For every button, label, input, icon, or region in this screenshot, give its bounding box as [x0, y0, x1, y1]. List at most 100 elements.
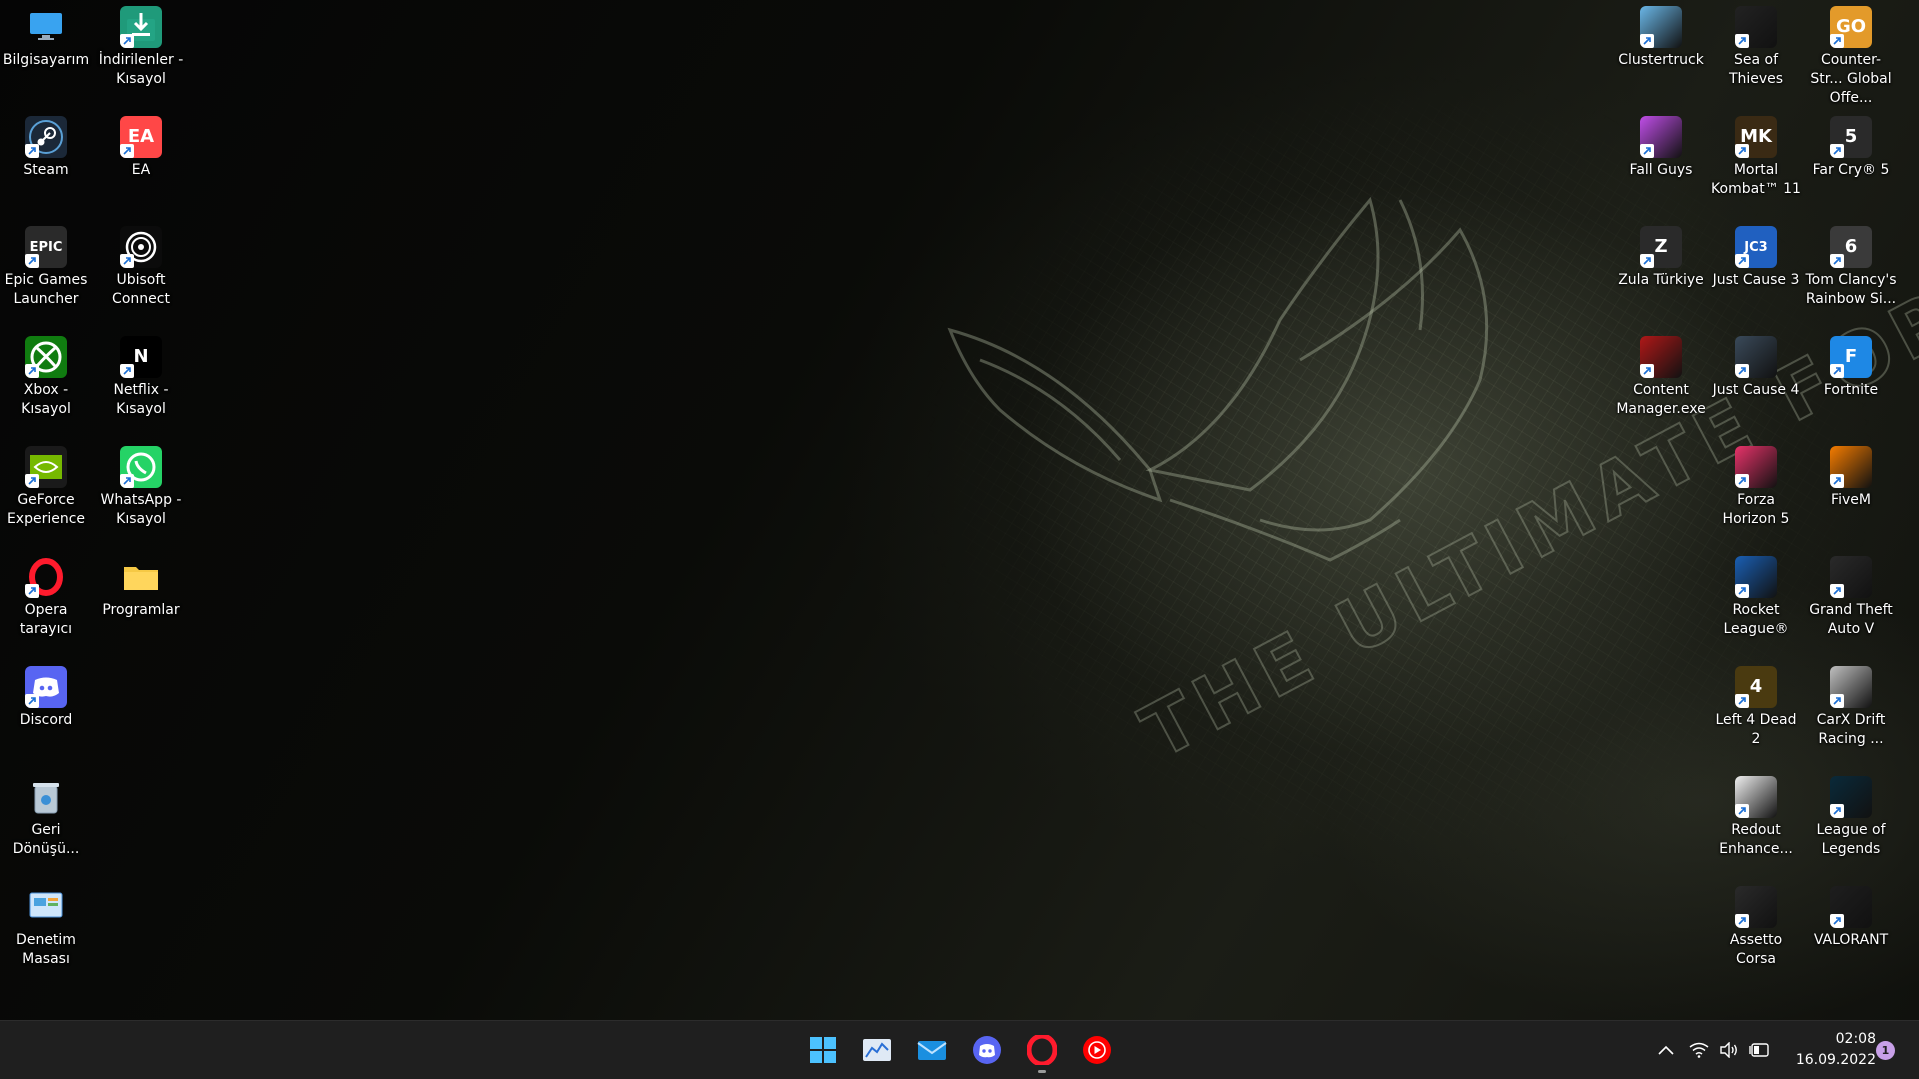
desktop-icon-forza[interactable]: Forza Horizon 5 [1710, 440, 1802, 529]
desktop-icon-left4dead[interactable]: 4 Left 4 Dead 2 [1710, 660, 1802, 749]
chevron-up-icon [1658, 1045, 1674, 1055]
desktop-icon-label: FiveM [1831, 492, 1871, 508]
desktop-icon-epic-games[interactable]: EPIC Epic Games Launcher [0, 220, 92, 309]
rainbow-six-icon: 6 [1830, 226, 1872, 268]
desktop-icon-fall-guys[interactable]: Fall Guys [1615, 110, 1707, 180]
wifi-icon [1689, 1042, 1709, 1058]
taskbar-app-stocks[interactable] [857, 1030, 897, 1070]
desktop-icon-monitor[interactable]: Bilgisayarım [0, 0, 92, 70]
desktop-icon-label: Far Cry® 5 [1812, 162, 1890, 178]
shortcut-arrow-icon [1830, 34, 1844, 48]
clock-time: 02:08 [1835, 1031, 1876, 1047]
desktop-icon-label: Assetto Corsa [1729, 932, 1783, 967]
tray-volume-button[interactable] [1718, 1039, 1740, 1061]
desktop-icon-assetto-corsa[interactable]: Assetto Corsa [1710, 880, 1802, 969]
icon-glyph: N [133, 346, 149, 367]
desktop-icon-label: EA [131, 162, 151, 178]
desktop-icon-csgo[interactable]: GO Counter-Str... Global Offe... [1805, 0, 1897, 108]
shortcut-arrow-icon [120, 474, 134, 488]
desktop-icon-steam[interactable]: Steam [0, 110, 92, 180]
desktop-icon-whatsapp[interactable]: WhatsApp - Kısayol [95, 440, 187, 529]
desktop-icon-gta-v[interactable]: Grand Theft Auto V [1805, 550, 1897, 639]
shortcut-arrow-icon [1735, 694, 1749, 708]
clock[interactable]: 02:08 16.09.2022 [1776, 1029, 1876, 1071]
taskbar-app-opera[interactable] [1022, 1030, 1062, 1073]
desktop-icon-label: WhatsApp - Kısayol [100, 492, 182, 527]
desktop-icon-folder[interactable]: Programlar [95, 550, 187, 620]
desktop-icon-recycle-bin[interactable]: Geri Dönüşü... [0, 770, 92, 859]
fortnite-icon: F [1830, 336, 1872, 378]
notification-badge[interactable]: 1 [1876, 1041, 1895, 1060]
desktop-icon-ubisoft[interactable]: Ubisoft Connect [95, 220, 187, 309]
carx-icon [1830, 666, 1872, 708]
taskbar: 02:08 16.09.2022 1 [0, 1020, 1919, 1079]
taskbar-app-discord[interactable] [967, 1030, 1007, 1070]
shortcut-arrow-icon [25, 474, 39, 488]
assetto-corsa-icon [1735, 886, 1777, 928]
desktop-icon-valorant[interactable]: VALORANT [1805, 880, 1897, 950]
windows-start-icon [810, 1037, 836, 1063]
desktop-icon-downloads-folder[interactable]: İndirilenler - Kısayol [95, 0, 187, 89]
desktop-icon-label: Redout Enhance... [1719, 822, 1793, 857]
desktop-icon-discord[interactable]: Discord [0, 660, 92, 730]
icon-glyph: 6 [1844, 236, 1858, 257]
desktop-icon-just-cause-3[interactable]: JC3 Just Cause 3 [1710, 220, 1802, 290]
desktop-icon-label: Sea of Thieves [1728, 52, 1784, 87]
desktop-icon-just-cause-4[interactable]: Just Cause 4 [1710, 330, 1802, 400]
csgo-icon: GO [1830, 6, 1872, 48]
desktop-icon-far-cry-5[interactable]: 5 Far Cry® 5 [1805, 110, 1897, 180]
discord-icon [973, 1036, 1001, 1064]
recycle-bin-icon [25, 776, 67, 818]
desktop-icon-label: Mortal Kombat™ 11 [1711, 162, 1801, 197]
icon-glyph: JC3 [1744, 239, 1768, 255]
start-button[interactable] [803, 1030, 843, 1070]
just-cause-3-icon: JC3 [1735, 226, 1777, 268]
tray-battery-button[interactable] [1748, 1039, 1770, 1061]
desktop-icon-label: Geri Dönüşü... [12, 822, 80, 857]
monitor-icon [25, 6, 67, 48]
desktop-icon-label: Denetim Masası [16, 932, 76, 967]
shortcut-arrow-icon [1640, 144, 1654, 158]
desktop-icon-label: League of Legends [1816, 822, 1886, 857]
desktop-icon-label: Zula Türkiye [1618, 272, 1704, 288]
taskbar-app-mail[interactable] [912, 1030, 952, 1070]
desktop-icon-mortal-kombat[interactable]: MK Mortal Kombat™ 11 [1710, 110, 1802, 199]
desktop-icon-label: Forza Horizon 5 [1722, 492, 1790, 527]
desktop-icon-netflix[interactable]: N Netflix - Kısayol [95, 330, 187, 419]
folder-icon [120, 556, 162, 598]
desktop-icon-league-of-legends[interactable]: League of Legends [1805, 770, 1897, 859]
rocket-league-icon [1735, 556, 1777, 598]
desktop-icon-label: Programlar [102, 602, 180, 618]
shortcut-arrow-icon [1735, 254, 1749, 268]
desktop-icon-fortnite[interactable]: F Fortnite [1805, 330, 1897, 400]
desktop-icon-ea[interactable]: EA EA [95, 110, 187, 180]
desktop-icon-control-panel[interactable]: Denetim Masası [0, 880, 92, 969]
tray-overflow-button[interactable] [1655, 1039, 1677, 1061]
running-indicator [1038, 1070, 1046, 1073]
desktop-icon-clustertruck[interactable]: Clustertruck [1615, 0, 1707, 70]
desktop-icon-xbox[interactable]: Xbox - Kısayol [0, 330, 92, 419]
shortcut-arrow-icon [120, 34, 134, 48]
desktop-icon-zula[interactable]: Z Zula Türkiye [1615, 220, 1707, 290]
tray-network-button[interactable] [1688, 1039, 1710, 1061]
shortcut-arrow-icon [25, 584, 39, 598]
desktop-icon-opera[interactable]: Opera tarayıcı [0, 550, 92, 639]
desktop-icon-nvidia[interactable]: GeForce Experience [0, 440, 92, 529]
desktop-icon-sea-of-thieves[interactable]: Sea of Thieves [1710, 0, 1802, 89]
icon-glyph: 4 [1749, 676, 1763, 697]
desktop-icon-label: Opera tarayıcı [19, 602, 73, 637]
shortcut-arrow-icon [1830, 694, 1844, 708]
desktop-icon-fivem[interactable]: FiveM [1805, 440, 1897, 510]
forza-icon [1735, 446, 1777, 488]
desktop-icon-redout[interactable]: Redout Enhance... [1710, 770, 1802, 859]
desktop-icon-label: Counter-Str... Global Offe... [1810, 52, 1892, 106]
desktop-icon-content-manager[interactable]: Content Manager.exe [1615, 330, 1707, 419]
shortcut-arrow-icon [1735, 474, 1749, 488]
desktop-icon-label: Epic Games Launcher [4, 272, 88, 307]
nvidia-icon [25, 446, 67, 488]
taskbar-app-youtube-music[interactable] [1077, 1030, 1117, 1070]
desktop-icon-label: Fall Guys [1629, 162, 1693, 178]
desktop-icon-carx[interactable]: CarX Drift Racing ... [1805, 660, 1897, 749]
desktop-icon-rocket-league[interactable]: Rocket League® [1710, 550, 1802, 639]
desktop-icon-rainbow-six[interactable]: 6 Tom Clancy's Rainbow Si... [1805, 220, 1897, 309]
